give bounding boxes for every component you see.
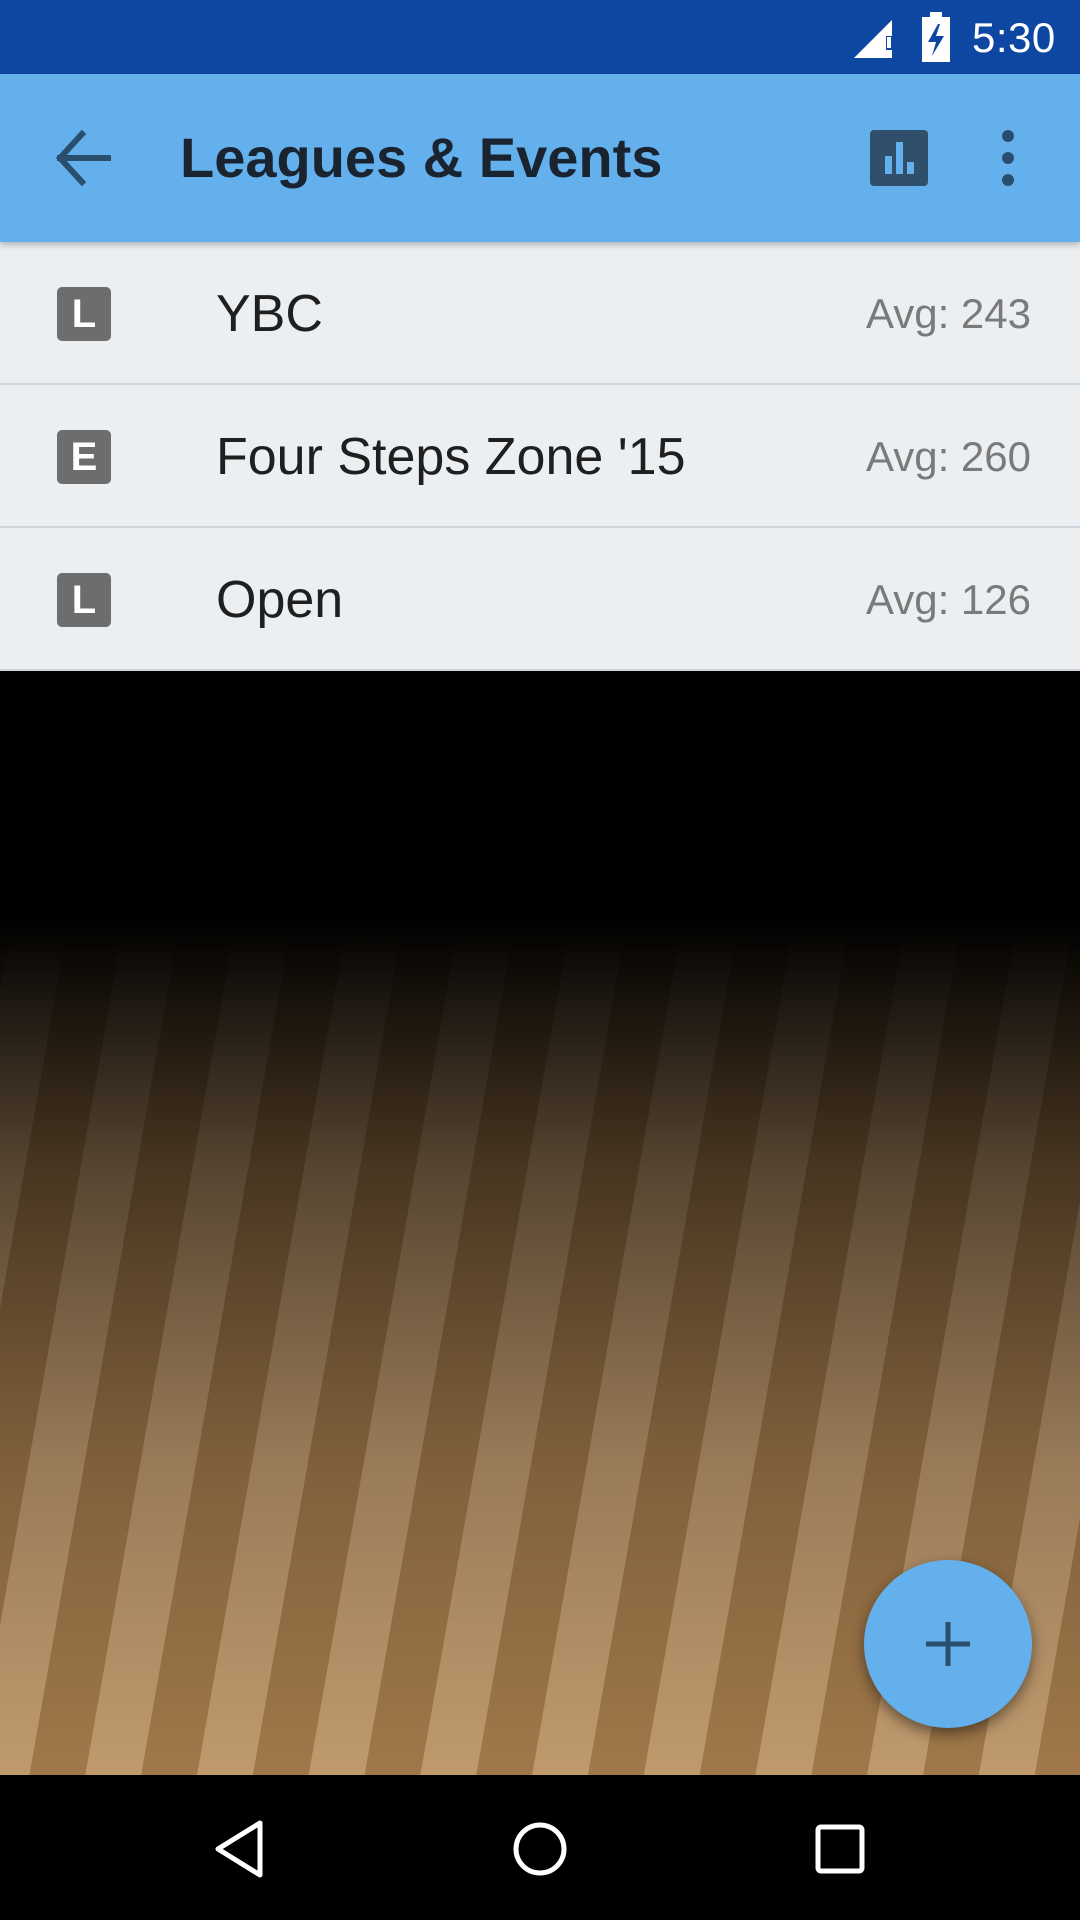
list-item-open[interactable]: L Open Avg: 126 xyxy=(0,528,1080,671)
item-name: Four Steps Zone '15 xyxy=(216,428,686,486)
back-arrow-icon[interactable] xyxy=(46,118,126,198)
league-badge: L xyxy=(57,573,111,627)
event-badge: E xyxy=(57,430,111,484)
stats-chart-icon[interactable] xyxy=(870,130,928,186)
plus-icon xyxy=(926,1622,970,1666)
signal-icon xyxy=(854,20,892,58)
nav-home-icon[interactable] xyxy=(506,1815,574,1883)
item-name: YBC xyxy=(216,285,323,343)
leagues-list: L YBC Avg: 243 E Four Steps Zone '15 Avg… xyxy=(0,242,1080,671)
list-item-ybc[interactable]: L YBC Avg: 243 xyxy=(0,242,1080,385)
screen: 5:30 Leagues & Events L YBC Avg: 243 E F… xyxy=(0,0,1080,1920)
page-title: Leagues & Events xyxy=(180,126,663,189)
status-bar: 5:30 xyxy=(0,0,1080,74)
item-name: Open xyxy=(216,571,344,629)
item-average: Avg: 243 xyxy=(865,290,1031,337)
add-button[interactable] xyxy=(864,1560,1032,1728)
list-item-four-steps-zone[interactable]: E Four Steps Zone '15 Avg: 260 xyxy=(0,385,1080,528)
app-bar: Leagues & Events xyxy=(0,74,1080,242)
battery-charging-icon xyxy=(922,12,950,62)
navigation-bar xyxy=(0,1775,1080,1920)
item-average: Avg: 260 xyxy=(865,433,1031,480)
status-time: 5:30 xyxy=(972,14,1056,61)
league-badge: L xyxy=(57,287,111,341)
nav-back-icon[interactable] xyxy=(206,1815,274,1883)
nav-recents-icon[interactable] xyxy=(806,1815,874,1883)
more-vert-icon[interactable] xyxy=(984,118,1032,198)
item-average: Avg: 126 xyxy=(865,576,1031,623)
